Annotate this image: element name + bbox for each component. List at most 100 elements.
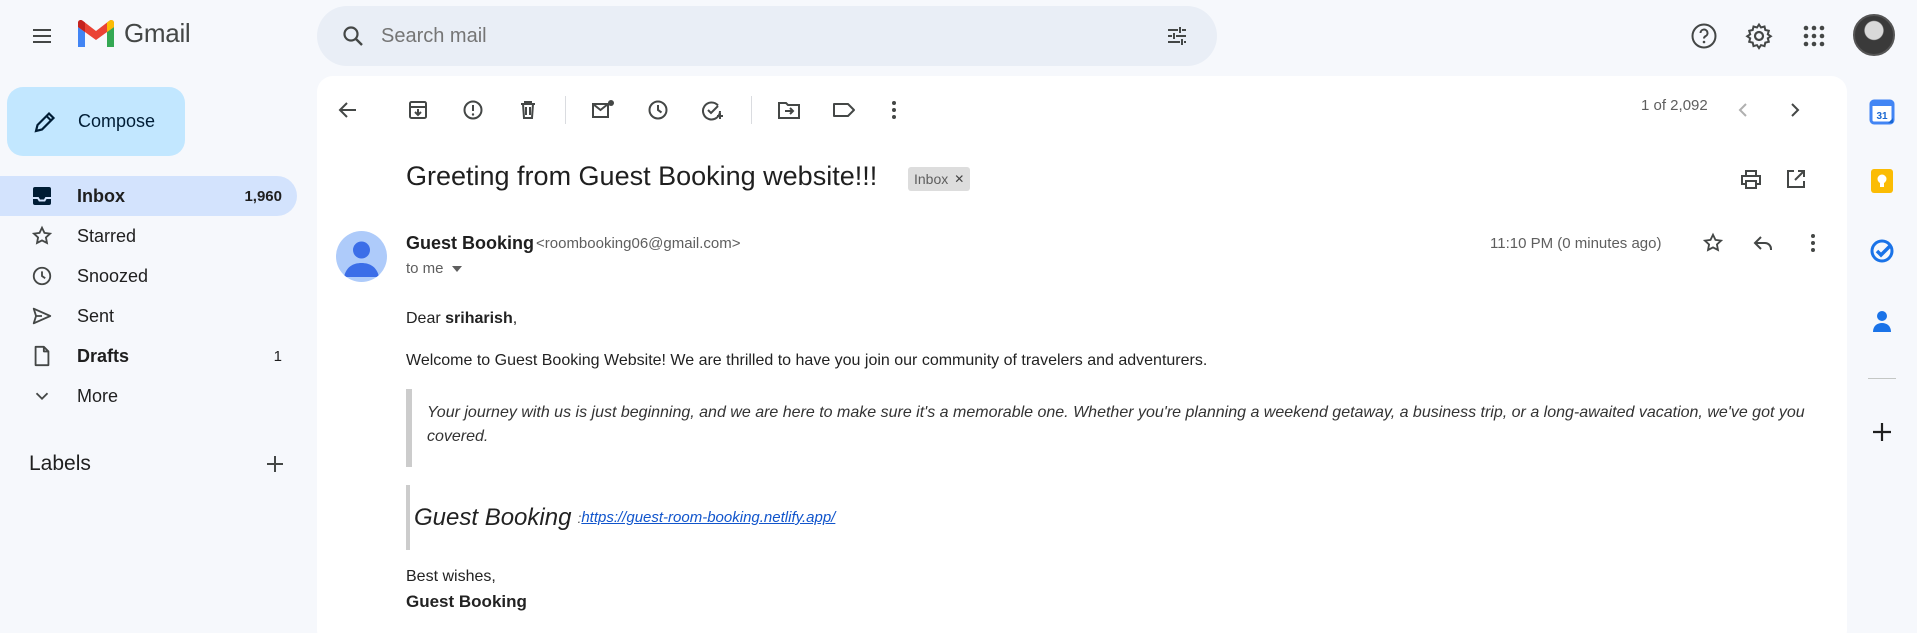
email-closing: Best wishes, bbox=[406, 568, 496, 585]
get-addons-button[interactable] bbox=[1864, 414, 1900, 450]
label-icon bbox=[833, 103, 855, 117]
keep-app-button[interactable] bbox=[1864, 163, 1900, 199]
sidebar-item-starred[interactable]: Starred bbox=[0, 216, 297, 256]
rail-divider bbox=[1868, 378, 1896, 379]
archive-icon bbox=[409, 101, 427, 119]
search-icon bbox=[343, 26, 363, 46]
plus-icon bbox=[267, 456, 283, 472]
booking-link[interactable]: https://guest-room-booking.netlify.app/ bbox=[581, 509, 835, 526]
pencil-icon bbox=[34, 111, 56, 133]
back-button[interactable] bbox=[328, 90, 368, 130]
app-name: Gmail bbox=[124, 18, 191, 48]
more-options-button[interactable] bbox=[874, 90, 914, 130]
gmail-logo[interactable]: Gmail bbox=[76, 18, 191, 49]
reply-icon bbox=[1753, 236, 1772, 250]
more-vert-icon bbox=[1811, 234, 1815, 252]
sidebar-item-more[interactable]: More bbox=[0, 376, 297, 416]
keep-icon bbox=[1871, 169, 1893, 193]
email-brand-block: Guest Booking : https://guest-room-booki… bbox=[406, 485, 906, 550]
sidebar-item-label: Sent bbox=[77, 305, 115, 326]
greeting-suffix: , bbox=[512, 310, 518, 327]
sidebar-item-drafts[interactable]: Drafts 1 bbox=[0, 336, 297, 376]
settings-button[interactable] bbox=[1737, 14, 1781, 58]
star-button[interactable] bbox=[1693, 223, 1733, 263]
print-icon bbox=[1741, 170, 1761, 189]
create-label-button[interactable] bbox=[260, 449, 290, 479]
search-button[interactable] bbox=[333, 16, 373, 56]
sidebar-item-label: Snoozed bbox=[77, 265, 149, 286]
older-button[interactable] bbox=[1774, 90, 1814, 130]
move-to-icon bbox=[778, 102, 800, 119]
tune-icon bbox=[1168, 27, 1186, 45]
help-icon bbox=[1691, 23, 1717, 49]
inbox-icon bbox=[29, 183, 55, 209]
tasks-icon bbox=[1870, 239, 1894, 263]
account-avatar[interactable] bbox=[1853, 14, 1895, 56]
labels-heading: Labels bbox=[29, 452, 91, 475]
print-button[interactable] bbox=[1731, 159, 1771, 199]
clock-icon bbox=[648, 100, 668, 120]
email-intro: Welcome to Guest Booking Website! We are… bbox=[406, 352, 1208, 369]
support-button[interactable] bbox=[1682, 14, 1726, 58]
open-new-window-button[interactable] bbox=[1776, 159, 1816, 199]
recipient-name: sriharish bbox=[445, 310, 513, 327]
sidebar-item-sent[interactable]: Sent bbox=[0, 296, 297, 336]
clock-icon bbox=[29, 263, 55, 289]
search-input[interactable] bbox=[373, 24, 1157, 48]
gear-icon bbox=[1745, 22, 1773, 50]
draft-icon bbox=[29, 343, 55, 369]
top-bar: Gmail bbox=[0, 0, 1917, 72]
archive-button[interactable] bbox=[398, 90, 438, 130]
gmail-m-icon bbox=[78, 19, 114, 47]
open-in-new-icon bbox=[1787, 170, 1805, 188]
arrow-back-icon bbox=[338, 102, 356, 118]
chevron-down-icon bbox=[29, 383, 55, 409]
chevron-left-icon bbox=[1738, 103, 1747, 117]
sidebar-item-label: More bbox=[77, 385, 119, 406]
snooze-button[interactable] bbox=[638, 90, 678, 130]
delete-button[interactable] bbox=[508, 90, 548, 130]
hamburger-icon bbox=[33, 29, 51, 43]
calendar-day: 31 bbox=[1876, 111, 1888, 122]
search-options-button[interactable] bbox=[1157, 16, 1197, 56]
move-to-button[interactable] bbox=[769, 90, 809, 130]
apps-grid-icon bbox=[1803, 25, 1825, 47]
report-spam-button[interactable] bbox=[453, 90, 493, 130]
recipient-details[interactable]: to me bbox=[406, 260, 462, 277]
trash-icon bbox=[521, 101, 535, 119]
contacts-icon bbox=[1873, 311, 1891, 332]
plus-icon bbox=[1873, 423, 1891, 441]
star-icon bbox=[1702, 232, 1724, 252]
remove-label-icon[interactable]: ✕ bbox=[954, 172, 964, 186]
inbox-label-chip: Inbox ✕ bbox=[908, 167, 971, 191]
recipient-text: to me bbox=[406, 260, 444, 277]
pagination-text: 1 of 2,092 bbox=[1641, 97, 1708, 114]
chevron-right-icon bbox=[1791, 103, 1800, 117]
unread-count: 1,960 bbox=[244, 187, 282, 205]
tasks-app-button[interactable] bbox=[1864, 233, 1900, 269]
search-bar[interactable] bbox=[317, 6, 1217, 66]
greeting-prefix: Dear bbox=[406, 310, 446, 327]
mark-unread-button[interactable] bbox=[583, 90, 623, 130]
message-more-button[interactable] bbox=[1793, 223, 1833, 263]
email-quote: Your journey with us is just beginning, … bbox=[406, 389, 1806, 467]
sidebar-nav: Inbox 1,960 Starred Snoozed Sent Drafts … bbox=[0, 176, 297, 416]
main-menu-button[interactable] bbox=[22, 18, 62, 54]
compose-button[interactable]: Compose bbox=[7, 87, 185, 156]
sidebar-item-inbox[interactable]: Inbox 1,960 bbox=[0, 176, 297, 216]
reply-button[interactable] bbox=[1743, 223, 1783, 263]
email-greeting: Dear sriharish, bbox=[406, 310, 517, 328]
sidebar-item-snoozed[interactable]: Snoozed bbox=[0, 256, 297, 296]
calendar-app-button[interactable]: 31 bbox=[1864, 94, 1900, 130]
newer-button[interactable] bbox=[1724, 90, 1764, 130]
dropdown-arrow-icon bbox=[451, 265, 462, 272]
labels-button[interactable] bbox=[824, 90, 864, 130]
sender-avatar[interactable] bbox=[336, 231, 387, 282]
contacts-app-button[interactable] bbox=[1864, 303, 1900, 339]
brand-name: Guest Booking bbox=[414, 503, 572, 531]
sender-email: <roombooking06@gmail.com> bbox=[536, 235, 741, 252]
email-subject: Greeting from Guest Booking website!!! bbox=[406, 161, 878, 191]
email-signature: Guest Booking bbox=[406, 592, 527, 611]
apps-button[interactable] bbox=[1792, 14, 1836, 58]
add-task-button[interactable] bbox=[693, 90, 733, 130]
